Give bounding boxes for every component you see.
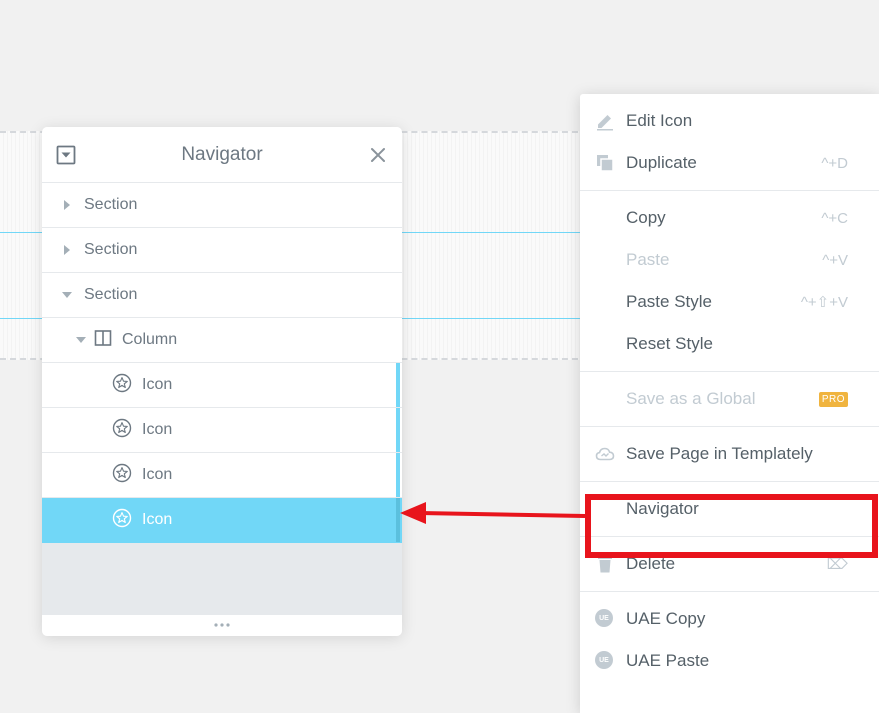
navigator-row-icon-active[interactable]: Icon <box>42 498 402 543</box>
menu-item-paste-style[interactable]: Paste Style ^+⇧+V <box>580 281 879 323</box>
caret-down-icon[interactable] <box>60 288 74 302</box>
shortcut-label: ^+D <box>821 154 848 172</box>
star-icon <box>112 418 132 443</box>
caret-down-icon[interactable] <box>74 333 88 347</box>
menu-item-reset-style[interactable]: Reset Style <box>580 323 879 365</box>
row-label: Column <box>122 331 178 348</box>
shortcut-label: ^+V <box>822 251 848 269</box>
menu-group-uae: UE UAE Copy UE UAE Paste <box>580 592 879 688</box>
resize-handle[interactable] <box>42 615 402 635</box>
row-label: Section <box>84 286 138 303</box>
context-menu: Edit Icon Duplicate ^+D Copy ^+C Paste ^… <box>580 94 879 713</box>
star-icon <box>112 508 132 533</box>
navigator-row-section[interactable]: Section <box>42 228 402 273</box>
navigator-panel: Navigator Section Section Section Column… <box>42 127 402 636</box>
menu-item-duplicate[interactable]: Duplicate ^+D <box>580 142 879 184</box>
menu-item-uae-copy[interactable]: UE UAE Copy <box>580 598 879 640</box>
navigator-row-icon[interactable]: Icon <box>42 408 402 453</box>
uae-icon: UE <box>595 609 615 629</box>
row-label: Icon <box>142 421 173 438</box>
navigator-empty-area <box>42 543 402 615</box>
menu-group-templately: Save Page in Templately <box>580 427 879 482</box>
row-label: Section <box>84 196 138 213</box>
column-icon <box>94 329 112 352</box>
menu-item-edit-icon[interactable]: Edit Icon <box>580 100 879 142</box>
caret-right-icon[interactable] <box>60 243 74 257</box>
close-icon[interactable] <box>368 145 388 165</box>
pro-badge: PRO <box>818 392 848 407</box>
pencil-icon <box>595 111 615 131</box>
row-indicator <box>396 363 400 407</box>
row-label: Icon <box>142 466 173 483</box>
navigator-row-icon[interactable]: Icon <box>42 363 402 408</box>
navigator-header: Navigator <box>42 127 402 183</box>
row-label: Section <box>84 241 138 258</box>
highlight-box <box>585 494 878 558</box>
uae-icon: UE <box>595 651 615 671</box>
navigator-title: Navigator <box>181 143 263 165</box>
duplicate-icon <box>595 153 615 173</box>
cloud-icon <box>595 444 615 464</box>
row-indicator <box>396 453 400 497</box>
navigator-row-column[interactable]: Column <box>42 318 402 363</box>
star-icon <box>112 373 132 398</box>
navigator-row-section[interactable]: Section <box>42 273 402 318</box>
dots-icon <box>214 623 230 627</box>
menu-item-save-page-templately[interactable]: Save Page in Templately <box>580 433 879 475</box>
navigator-row-section[interactable]: Section <box>42 183 402 228</box>
menu-item-save-as-global[interactable]: Save as a Global PRO <box>580 378 879 420</box>
star-icon <box>112 463 132 488</box>
collapse-icon[interactable] <box>56 145 76 165</box>
navigator-row-icon[interactable]: Icon <box>42 453 402 498</box>
menu-group-clipboard: Copy ^+C Paste ^+V Paste Style ^+⇧+V Res… <box>580 191 879 372</box>
menu-item-uae-paste[interactable]: UE UAE Paste <box>580 640 879 682</box>
row-label: Icon <box>142 511 173 528</box>
row-indicator <box>396 498 400 542</box>
row-indicator <box>396 408 400 452</box>
menu-group-global: Save as a Global PRO <box>580 372 879 427</box>
menu-group-edit: Edit Icon Duplicate ^+D <box>580 94 879 191</box>
menu-item-copy[interactable]: Copy ^+C <box>580 197 879 239</box>
menu-item-paste[interactable]: Paste ^+V <box>580 239 879 281</box>
row-label: Icon <box>142 376 173 393</box>
shortcut-label: ^+⇧+V <box>800 294 848 311</box>
shortcut-label: ^+C <box>821 209 848 227</box>
caret-right-icon[interactable] <box>60 198 74 212</box>
